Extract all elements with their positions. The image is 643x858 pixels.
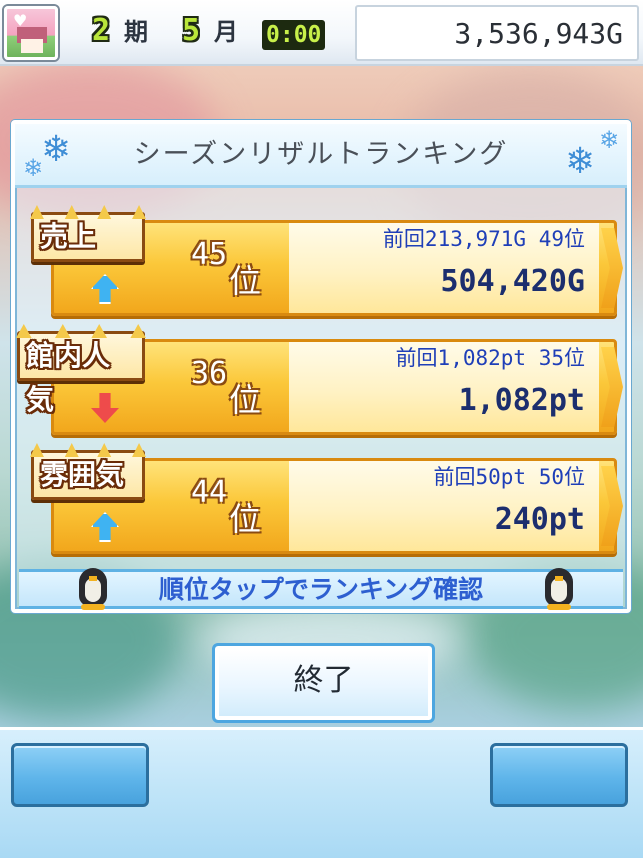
rank-number[interactable]: 36 <box>191 357 227 391</box>
panel-header: ❄ ❄ シーズンリザルトランキング ❄ ❄ <box>15 124 627 188</box>
current-value: 240pt <box>494 502 585 537</box>
rank-suffix: 位 <box>229 262 262 300</box>
previous-result: 前回213,971G 49位 <box>382 227 585 251</box>
ranking-hint-bar: 順位タップでランキング確認 <box>19 568 623 610</box>
rank-number[interactable]: 44 <box>191 476 227 510</box>
right-menu-button[interactable] <box>490 743 628 807</box>
crown-icon <box>30 205 146 219</box>
left-menu-button[interactable] <box>11 743 149 807</box>
ranking-row-popularity[interactable]: 館内人気 36 位 前回1,082pt 35位 1,082pt <box>16 324 627 441</box>
term-number: 2 <box>92 13 111 48</box>
ranking-row-sales[interactable]: 売上 45 位 前回213,971G 49位 504,420G <box>30 205 627 322</box>
hint-text: 順位タップでランキング確認 <box>158 575 484 604</box>
snowflake-icon: ❄ <box>565 141 596 182</box>
season-result-panel: ❄ ❄ シーズンリザルトランキング ❄ ❄ 売上 45 位 前回213,971G… <box>11 120 631 613</box>
category-label: 雰囲気 <box>40 458 125 491</box>
crown-icon <box>30 443 146 457</box>
crown-icon <box>16 324 146 338</box>
current-value: 504,420G <box>440 264 586 299</box>
bottom-bar <box>0 727 643 858</box>
ranking-row-atmosphere[interactable]: 雰囲気 44 位 前回50pt 50位 240pt <box>30 443 627 560</box>
rank-suffix: 位 <box>229 381 262 419</box>
current-value: 1,082pt <box>458 383 585 418</box>
category-label-plate: 売上 <box>30 205 146 262</box>
status-bar: ♥ 2 期 5 月 0:00 3,536,943G <box>0 0 643 66</box>
money-display: 3,536,943G <box>355 5 639 61</box>
previous-result: 前回1,082pt 35位 <box>395 346 585 370</box>
inn-avatar-icon[interactable]: ♥ <box>4 6 58 60</box>
money-amount: 3,536,943G <box>454 17 623 50</box>
category-label-plate: 館内人気 <box>16 324 146 416</box>
end-button[interactable]: 終了 <box>212 643 435 723</box>
rank-suffix: 位 <box>229 500 262 538</box>
month-number: 5 <box>182 13 201 48</box>
rank-number[interactable]: 45 <box>191 238 227 272</box>
category-label-plate: 雰囲気 <box>30 443 146 500</box>
snowflake-icon: ❄ <box>599 126 620 154</box>
previous-result: 前回50pt 50位 <box>433 465 585 489</box>
panel-title: シーズンリザルトランキング <box>133 139 509 170</box>
category-label: 売上 <box>40 220 97 253</box>
month-unit: 月 <box>214 18 238 46</box>
game-clock: 0:00 <box>262 20 326 50</box>
term-unit: 期 <box>124 18 148 46</box>
penguin-icon <box>539 558 579 612</box>
